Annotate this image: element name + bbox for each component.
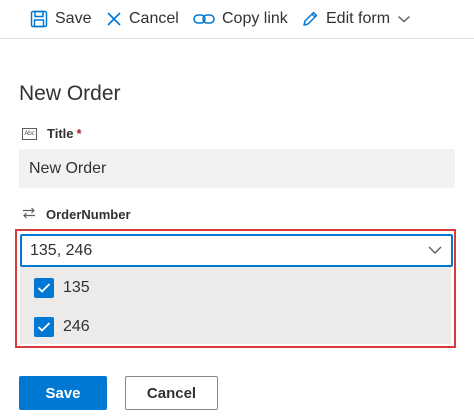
option-label: 135 xyxy=(63,279,90,296)
edit-form-panel: Save Cancel Copy link Edit form New Orde… xyxy=(0,0,474,420)
ordernumber-field-label: OrderNumber xyxy=(22,207,131,222)
required-indicator: * xyxy=(76,126,82,141)
checkbox-checked-icon[interactable] xyxy=(34,278,54,298)
save-icon xyxy=(30,10,48,28)
combobox-value: 135, 246 xyxy=(30,241,93,259)
edit-form-label: Edit form xyxy=(326,10,391,27)
cancel-button[interactable]: Cancel xyxy=(125,376,218,410)
edit-form-button[interactable]: Edit form xyxy=(301,7,411,31)
title-field-label: Abc Title * xyxy=(22,126,82,141)
link-icon xyxy=(193,11,215,27)
close-icon xyxy=(106,11,122,27)
dropdown-option[interactable]: 246 xyxy=(20,308,451,346)
copy-link-button[interactable]: Copy link xyxy=(193,7,288,31)
lookup-icon xyxy=(22,207,36,222)
page-title: New Order xyxy=(19,82,121,105)
toolbar-cancel-button[interactable]: Cancel xyxy=(106,7,179,31)
chevron-down-icon[interactable] xyxy=(427,243,443,261)
chevron-down-icon xyxy=(397,14,411,24)
command-bar: Save Cancel Copy link Edit form xyxy=(0,0,474,39)
pencil-icon xyxy=(301,10,319,28)
save-button[interactable]: Save xyxy=(19,376,107,410)
toolbar-save-button[interactable]: Save xyxy=(30,7,91,31)
text-field-icon: Abc xyxy=(22,127,37,140)
ordernumber-combobox[interactable]: 135, 246 xyxy=(20,234,453,267)
option-label: 246 xyxy=(63,318,90,335)
copy-link-label: Copy link xyxy=(222,10,288,27)
toolbar-cancel-label: Cancel xyxy=(129,10,179,27)
title-input[interactable] xyxy=(19,149,455,188)
dropdown-option[interactable]: 135 xyxy=(20,269,451,307)
checkbox-checked-icon[interactable] xyxy=(34,317,54,337)
ordernumber-dropdown: 135 246 xyxy=(20,267,451,344)
ordernumber-label-text: OrderNumber xyxy=(46,207,131,222)
toolbar-save-label: Save xyxy=(55,10,92,27)
title-label-text: Title xyxy=(47,126,74,141)
